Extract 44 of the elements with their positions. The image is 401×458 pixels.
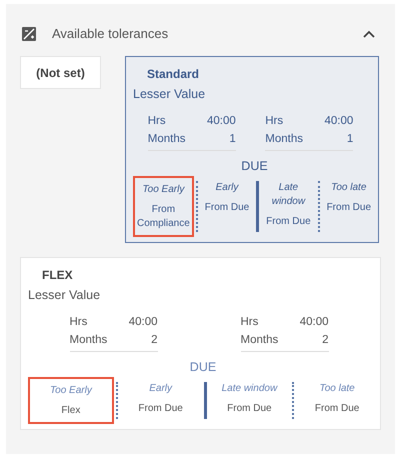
window-basis: From Due	[204, 200, 250, 214]
section-title: Available tolerances	[52, 25, 168, 44]
tolerance-name: FLEX	[42, 267, 74, 284]
window-basis: From Compliance	[137, 202, 190, 230]
window-basis: From Due	[326, 200, 372, 214]
window-title: Early	[216, 180, 238, 194]
window-basis: From Due	[266, 214, 311, 228]
limit-value: 40:00	[300, 314, 328, 330]
limit-value: 40:00	[324, 114, 354, 129]
window-basis: Flex	[61, 404, 80, 418]
window-title: Too late	[320, 382, 355, 396]
tolerance-card[interactable]: FLEX Lesser Value Hrs 40:00 Months 2 Hrs 40:00 Months 2 DUE Too Early Flex Early From Due Late window From Due Too late From Due	[20, 257, 381, 430]
tolerance-card[interactable]: Standard Lesser Value Hrs 40:00 Months 1 Hrs 40:00 Months 1 DUE Too Early From Compliance Early From Due Late window From Due Too late From Due	[125, 56, 379, 243]
limit-value: 40:00	[206, 114, 236, 129]
limit-value: 1	[229, 132, 236, 147]
window-title: Too Early	[142, 182, 184, 196]
limit-value: 40:00	[128, 314, 158, 330]
tolerance-icon	[22, 27, 36, 41]
limit-value: 2	[151, 332, 158, 348]
tolerance-name: Standard	[147, 66, 200, 83]
limit-label: Hrs	[240, 314, 258, 330]
limit-value: 2	[322, 332, 328, 348]
window-title: Early	[149, 382, 172, 396]
limit-label: Hrs	[148, 114, 166, 129]
limit-label: Hrs	[70, 314, 88, 330]
window-basis: From Due	[314, 402, 360, 416]
due-label: DUE	[240, 158, 269, 175]
due-label: DUE	[188, 358, 218, 376]
window-title: Late window	[270, 180, 306, 208]
limit-label: Hrs	[265, 114, 284, 129]
window-basis: From Due	[138, 402, 183, 416]
limit-label: Months	[148, 132, 186, 147]
basis-label: Lesser Value	[133, 86, 206, 103]
window-basis: From Due	[227, 402, 272, 416]
limit-value: 1	[346, 132, 354, 147]
window-title: Too late	[331, 180, 366, 194]
limit-label: Months	[265, 132, 303, 147]
window-title: Late window	[222, 382, 278, 396]
collapse-chevron-icon[interactable]	[363, 30, 375, 38]
limit-label: Months	[240, 332, 278, 348]
limit-label: Months	[70, 332, 108, 348]
tolerance-option[interactable]: (Not set)	[20, 56, 101, 89]
window-title: Too Early	[50, 384, 92, 398]
basis-label: Lesser Value	[28, 287, 102, 304]
